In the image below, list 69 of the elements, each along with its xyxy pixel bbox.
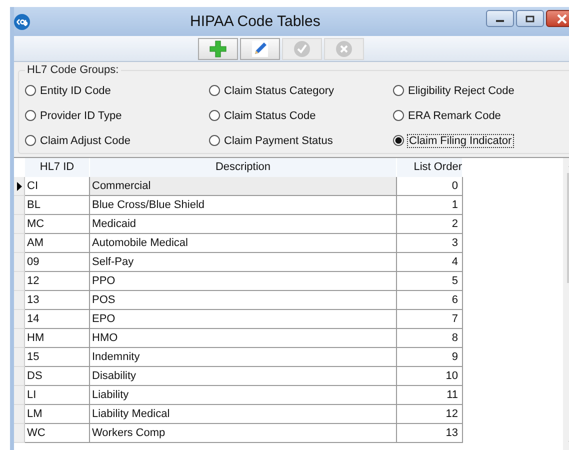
maximize-icon <box>525 14 535 22</box>
cancel-circle-icon <box>335 40 353 58</box>
table-cell: HMO <box>90 329 397 348</box>
table-cell: 15 <box>25 348 90 367</box>
table-cell: 2 <box>397 215 463 234</box>
table-cell: 11 <box>397 386 463 405</box>
radio-option[interactable]: ERA Remark Code <box>393 107 563 124</box>
edit-button[interactable] <box>240 38 280 60</box>
radio-option[interactable]: Claim Filing Indicator <box>393 132 563 149</box>
table-cell: Liability <box>90 386 397 405</box>
table-cell: 5 <box>397 272 463 291</box>
table-cell: 6 <box>397 291 463 310</box>
table-cell: 13 <box>397 424 463 443</box>
table-cell: 8 <box>397 329 463 348</box>
table-cell: LI <box>25 386 90 405</box>
row-header[interactable] <box>14 177 25 196</box>
table-cell: 12 <box>25 272 90 291</box>
column-header[interactable]: HL7 ID <box>25 158 90 177</box>
table-cell: 09 <box>25 253 90 272</box>
app-logo-icon <box>14 14 30 30</box>
table-cell: MC <box>25 215 90 234</box>
check-circle-icon <box>293 40 311 58</box>
plus-icon <box>209 40 227 58</box>
radio-option[interactable]: Claim Payment Status <box>209 132 393 149</box>
table-cell: DS <box>25 367 90 386</box>
minimize-button[interactable] <box>486 10 514 27</box>
table-cell: 0 <box>397 177 463 196</box>
maximize-button[interactable] <box>516 10 544 27</box>
table-cell: Self-Pay <box>90 253 397 272</box>
radio-option[interactable]: Claim Status Category <box>209 82 393 99</box>
table-cell: Blue Cross/Blue Shield <box>90 196 397 215</box>
pencil-icon <box>251 40 269 58</box>
table-cell: PPO <box>90 272 397 291</box>
column-header[interactable]: Description <box>90 158 397 177</box>
table-cell: 7 <box>397 310 463 329</box>
table-cell: 4 <box>397 253 463 272</box>
table-cell: 10 <box>397 367 463 386</box>
table-cell: Disability <box>90 367 397 386</box>
close-icon <box>557 14 567 24</box>
table-cell: Medicaid <box>90 215 397 234</box>
current-row-icon <box>16 182 22 190</box>
table-cell: 13 <box>25 291 90 310</box>
radio-option[interactable]: Claim Status Code <box>209 107 393 124</box>
window-title: HIPAA Code Tables <box>190 13 320 30</box>
add-button[interactable] <box>198 38 238 60</box>
close-button[interactable] <box>546 10 569 27</box>
radio-option[interactable]: Eligibility Reject Code <box>393 82 563 99</box>
table-cell: 12 <box>397 405 463 424</box>
table-cell: POS <box>90 291 397 310</box>
table-cell: Automobile Medical <box>90 234 397 253</box>
table-cell: 9 <box>397 348 463 367</box>
column-header[interactable]: List Order <box>397 158 463 177</box>
radio-option[interactable]: Claim Adjust Code <box>25 132 209 149</box>
table-cell: 14 <box>25 310 90 329</box>
table-cell: WC <box>25 424 90 443</box>
table-cell: EPO <box>90 310 397 329</box>
table-cell: 3 <box>397 234 463 253</box>
table-cell: HM <box>25 329 90 348</box>
radio-option[interactable]: Entity ID Code <box>25 82 209 99</box>
table-cell: AM <box>25 234 90 253</box>
table-cell: Liability Medical <box>90 405 397 424</box>
group-label: HL7 Code Groups: <box>26 64 120 76</box>
table-cell: BL <box>25 196 90 215</box>
table-cell: Workers Comp <box>90 424 397 443</box>
table-cell: Commercial <box>90 177 397 196</box>
radio-option[interactable]: Provider ID Type <box>25 107 209 124</box>
table-cell: Indemnity <box>90 348 397 367</box>
table-cell: LM <box>25 405 90 424</box>
table-cell: 1 <box>397 196 463 215</box>
